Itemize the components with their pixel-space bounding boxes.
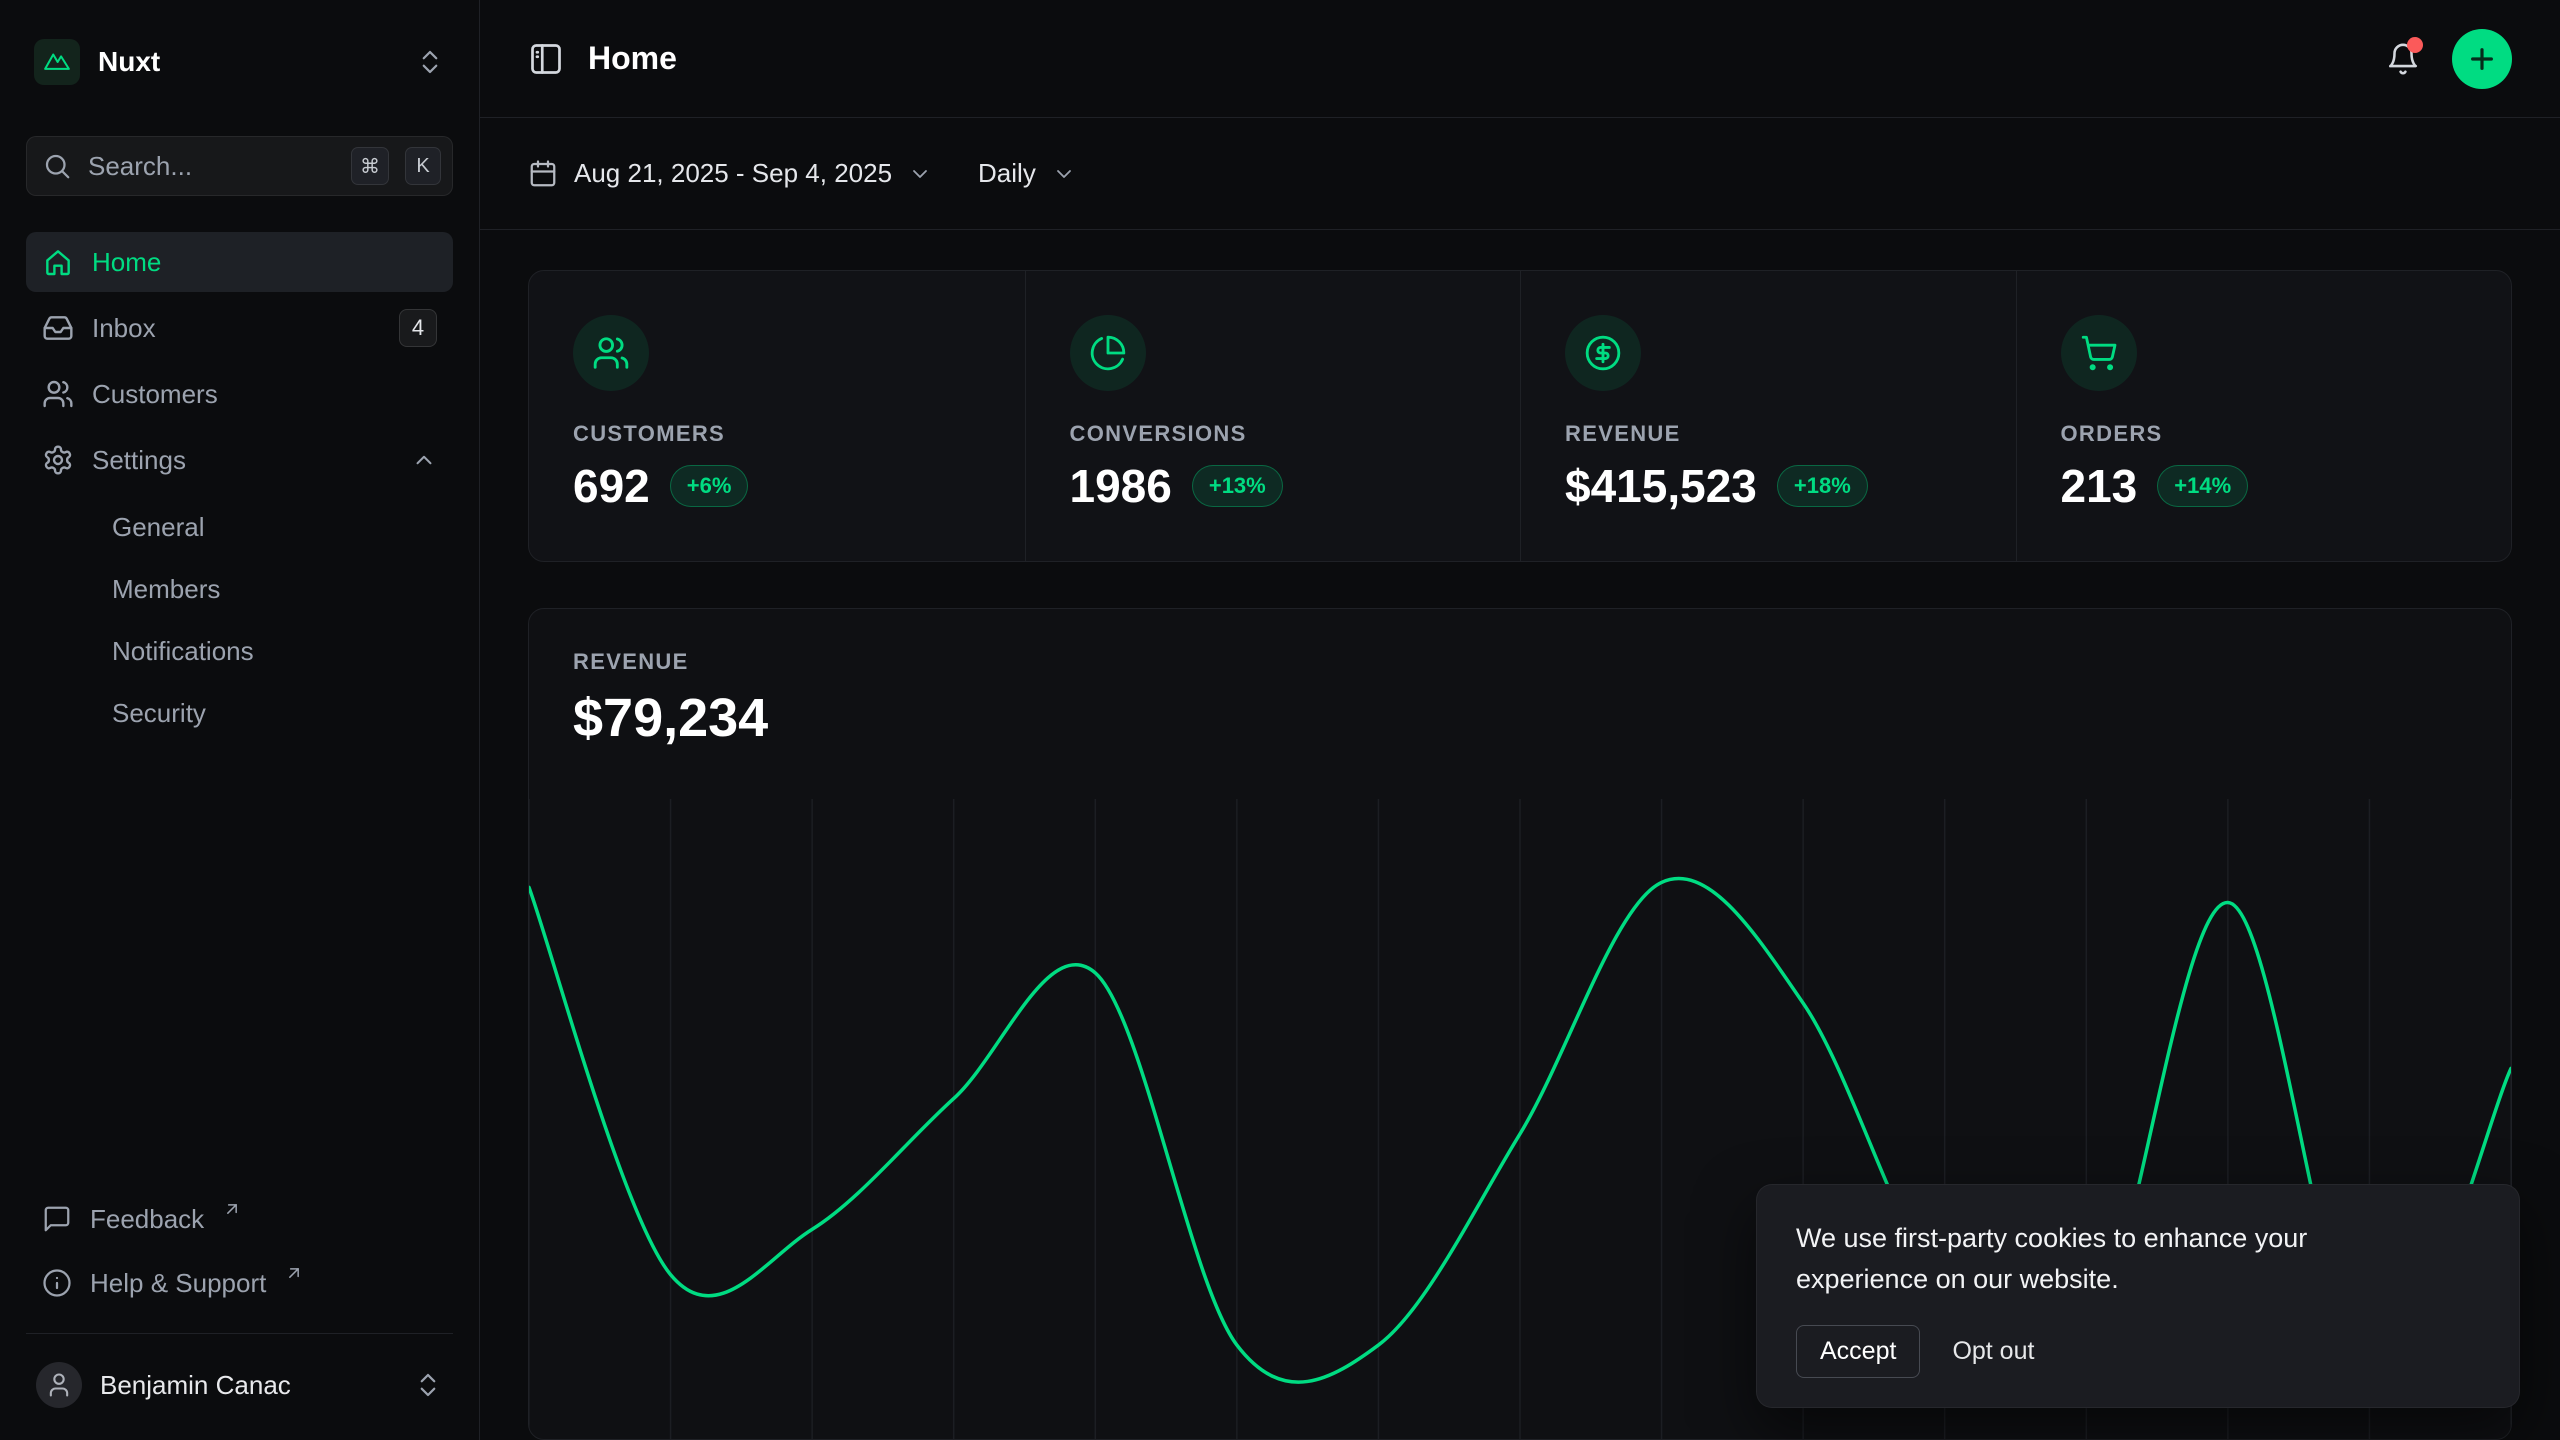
stat-label: CONVERSIONS <box>1070 421 1477 447</box>
top-header: Home <box>480 0 2560 118</box>
stat-value: 1986 <box>1070 459 1172 513</box>
stat-label: CUSTOMERS <box>573 421 981 447</box>
stat-card-orders: ORDERS 213 +14% <box>2016 271 2512 561</box>
plus-icon <box>2466 43 2498 75</box>
stat-value: 692 <box>573 459 650 513</box>
sidebar-item-label: Inbox <box>92 313 156 344</box>
period-select[interactable]: Daily <box>978 158 1076 189</box>
calendar-icon <box>528 159 558 189</box>
sidebar-item-label: Home <box>92 247 161 278</box>
cookie-actions: Accept Opt out <box>1796 1325 2480 1378</box>
submenu-label: Notifications <box>112 636 254 667</box>
footer-link-label: Help & Support <box>90 1268 266 1299</box>
stat-card-conversions: CONVERSIONS 1986 +13% <box>1025 271 1521 561</box>
stat-card-customers: CUSTOMERS 692 +6% <box>529 271 1025 561</box>
stats-card: CUSTOMERS 692 +6% CONVERSIONS 1986 +13% <box>528 270 2512 562</box>
revenue-card-header: REVENUE $79,234 <box>529 609 2511 749</box>
sidebar-item-settings[interactable]: Settings <box>26 430 453 490</box>
stat-value: $415,523 <box>1565 459 1757 513</box>
message-bubble-icon <box>42 1204 72 1234</box>
sidebar-item-customers[interactable]: Customers <box>26 364 453 424</box>
sidebar-item-security[interactable]: Security <box>26 684 453 742</box>
revenue-card-value: $79,234 <box>573 687 2467 749</box>
notification-dot <box>2407 37 2423 53</box>
nuxt-logo <box>34 39 80 85</box>
avatar <box>36 1362 82 1408</box>
shopping-cart-icon <box>2061 315 2137 391</box>
submenu-label: Security <box>112 698 206 729</box>
help-support-link[interactable]: Help & Support <box>26 1255 453 1311</box>
circle-dollar-icon <box>1565 315 1641 391</box>
pie-chart-icon <box>1070 315 1146 391</box>
brand-name: Nuxt <box>98 46 160 78</box>
sidebar-footer: Feedback Help & Support <box>26 1191 453 1311</box>
sidebar-item-home[interactable]: Home <box>26 232 453 292</box>
workspace-switcher[interactable]: Nuxt <box>26 30 453 94</box>
chevrons-up-down-icon <box>413 1370 443 1400</box>
submenu-label: Members <box>112 574 220 605</box>
revenue-card-label: REVENUE <box>573 649 2467 675</box>
submenu-label: General <box>112 512 205 543</box>
sidebar-item-inbox[interactable]: Inbox 4 <box>26 298 453 358</box>
kbd-k: K <box>405 147 441 185</box>
sidebar-nav: Home Inbox 4 Customers Settings General … <box>26 232 453 742</box>
stat-delta-badge: +18% <box>1777 465 1868 507</box>
date-range-picker[interactable]: Aug 21, 2025 - Sep 4, 2025 <box>528 158 932 189</box>
sidebar-item-notifications[interactable]: Notifications <box>26 622 453 680</box>
chevron-up-icon <box>411 447 437 473</box>
user-section: Benjamin Canac <box>26 1333 453 1418</box>
person-icon <box>45 1371 73 1399</box>
info-circle-icon <box>42 1268 72 1298</box>
stat-delta-badge: +6% <box>670 465 749 507</box>
sidebar-item-label: Settings <box>92 445 186 476</box>
sidebar-spacer <box>26 742 453 1191</box>
inbox-icon <box>42 312 74 344</box>
cookie-message: We use first-party cookies to enhance yo… <box>1796 1218 2396 1299</box>
sidebar: Nuxt ⌘ K Home Inbox 4 Customers <box>0 0 480 1440</box>
add-button[interactable] <box>2452 29 2512 89</box>
chevron-down-icon <box>908 162 932 186</box>
panel-left-icon <box>528 41 564 77</box>
users-icon <box>42 378 74 410</box>
cookie-opt-out-button[interactable]: Opt out <box>1952 1337 2034 1366</box>
stat-value: 213 <box>2061 459 2138 513</box>
filters-toolbar: Aug 21, 2025 - Sep 4, 2025 Daily <box>480 118 2560 230</box>
chevron-down-icon <box>1052 162 1076 186</box>
user-menu-button[interactable]: Benjamin Canac <box>26 1352 453 1418</box>
gear-icon <box>42 444 74 476</box>
footer-link-label: Feedback <box>90 1204 204 1235</box>
external-link-icon <box>222 1199 242 1219</box>
chevrons-up-down-icon <box>415 47 445 77</box>
inbox-count-badge: 4 <box>399 309 437 347</box>
feedback-link[interactable]: Feedback <box>26 1191 453 1247</box>
sidebar-toggle-button[interactable] <box>528 41 564 77</box>
settings-submenu: General Members Notifications Security <box>26 498 453 742</box>
sidebar-item-members[interactable]: Members <box>26 560 453 618</box>
stat-delta-badge: +14% <box>2157 465 2248 507</box>
user-name: Benjamin Canac <box>100 1370 291 1401</box>
stat-label: REVENUE <box>1565 421 1972 447</box>
notifications-button[interactable] <box>2386 42 2420 76</box>
cookie-banner: We use first-party cookies to enhance yo… <box>1756 1184 2520 1408</box>
stat-card-revenue: REVENUE $415,523 +18% <box>1520 271 2016 561</box>
page-title: Home <box>588 40 677 77</box>
stat-delta-badge: +13% <box>1192 465 1283 507</box>
external-link-icon <box>284 1263 304 1283</box>
search-box[interactable]: ⌘ K <box>26 136 453 196</box>
search-input[interactable] <box>88 151 335 182</box>
users-icon <box>573 315 649 391</box>
sidebar-item-label: Customers <box>92 379 218 410</box>
period-value: Daily <box>978 158 1036 189</box>
date-range-value: Aug 21, 2025 - Sep 4, 2025 <box>574 158 892 189</box>
cookie-accept-button[interactable]: Accept <box>1796 1325 1920 1378</box>
stat-label: ORDERS <box>2061 421 2468 447</box>
sidebar-item-general[interactable]: General <box>26 498 453 556</box>
home-icon <box>42 246 74 278</box>
kbd-command: ⌘ <box>351 147 389 185</box>
search-icon <box>42 151 72 181</box>
header-actions <box>2386 29 2512 89</box>
